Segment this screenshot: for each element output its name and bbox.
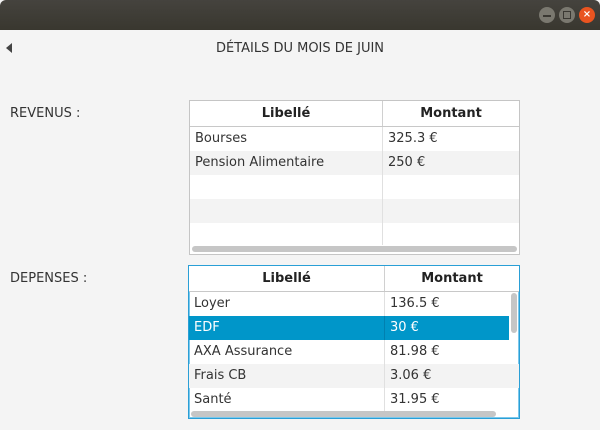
page-title: DÉTAILS DU MOIS DE JUIN — [215, 41, 385, 56]
cell-libelle: Bourses — [190, 127, 383, 151]
cell-montant: 136.5 € — [390, 296, 440, 311]
maximize-icon — [563, 11, 571, 19]
table-row[interactable]: Pension Alimentaire 250 € — [190, 151, 519, 175]
cell-libelle: Pension Alimentaire — [190, 151, 383, 175]
table-row[interactable]: Santé 31.95 € — [189, 388, 519, 412]
table-row[interactable]: Loyer 136.5 € — [189, 292, 519, 316]
column-header-libelle[interactable]: Libellé — [190, 101, 383, 126]
cell-libelle: Santé — [189, 388, 385, 412]
empty-row — [190, 223, 519, 245]
horizontal-scrollbar[interactable] — [192, 246, 517, 252]
close-icon: × — [582, 9, 592, 20]
depenses-label: DEPENSES : — [10, 271, 88, 286]
cell-libelle: EDF — [189, 316, 385, 340]
maximize-button[interactable] — [559, 7, 575, 23]
vertical-scrollbar[interactable] — [511, 293, 517, 333]
table-header: Libellé Montant — [189, 266, 519, 292]
cell-libelle: Loyer — [189, 292, 385, 316]
cell-montant: 31.95 € — [390, 392, 440, 407]
table-row[interactable]: Bourses 325.3 € — [190, 127, 519, 151]
close-button[interactable]: × — [579, 7, 595, 23]
depenses-table[interactable]: Libellé Montant Loyer 136.5 € EDF 30 € A… — [188, 265, 520, 419]
cell-montant: 30 € — [390, 320, 419, 335]
table-row[interactable]: Frais CB 3.06 € — [189, 364, 519, 388]
horizontal-scrollbar[interactable] — [191, 411, 496, 417]
cell-montant: 250 € — [388, 155, 426, 170]
revenus-label: REVENUS : — [10, 106, 81, 121]
cell-libelle: Frais CB — [189, 364, 385, 388]
minimize-button[interactable] — [539, 7, 555, 23]
table-row-selected[interactable]: EDF 30 € — [189, 316, 509, 340]
cell-montant: 81.98 € — [390, 344, 440, 359]
column-header-libelle[interactable]: Libellé — [189, 266, 385, 291]
cell-montant: 3.06 € — [390, 368, 432, 383]
minimize-icon — [543, 15, 551, 17]
revenus-table[interactable]: Libellé Montant Bourses 325.3 € Pension … — [189, 100, 520, 255]
column-header-montant[interactable]: Montant — [383, 101, 519, 126]
window-titlebar: × — [0, 0, 600, 30]
cell-libelle: AXA Assurance — [189, 340, 385, 364]
empty-row — [190, 175, 519, 199]
column-header-montant[interactable]: Montant — [385, 266, 519, 291]
cell-montant: 325.3 € — [388, 131, 438, 146]
empty-row — [190, 199, 519, 223]
table-header: Libellé Montant — [190, 101, 519, 127]
table-row[interactable]: AXA Assurance 81.98 € — [189, 340, 519, 364]
